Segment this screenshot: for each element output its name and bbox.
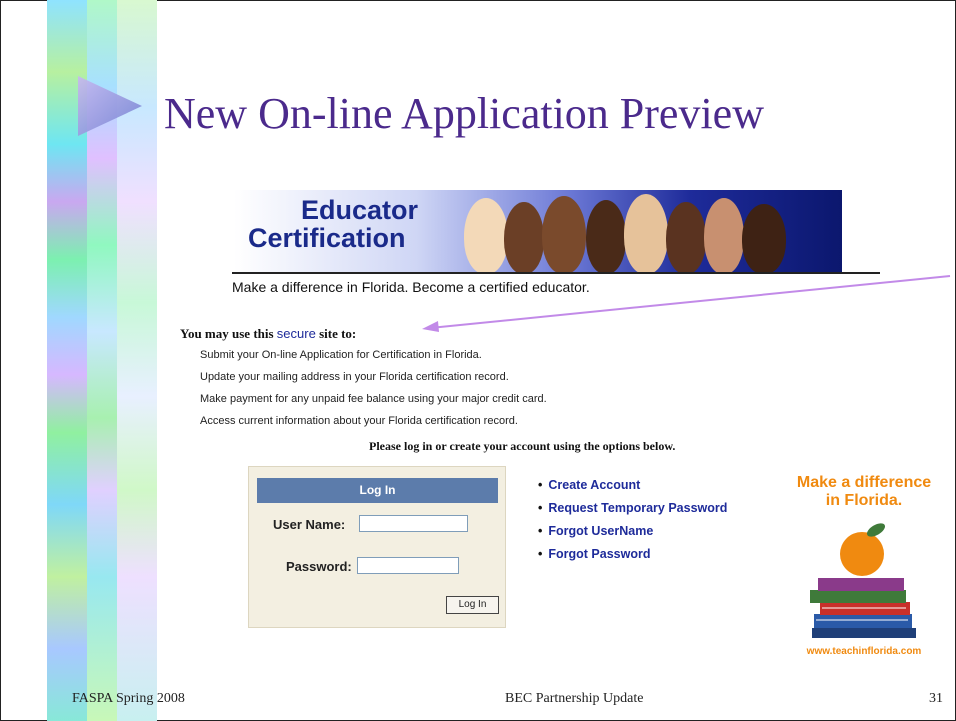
educator-photo: [542, 196, 586, 274]
intro-suffix: site to:: [319, 326, 357, 341]
footer-center: BEC Partnership Update: [505, 691, 644, 706]
bullet-icon: •: [538, 547, 543, 561]
educator-photo: [586, 200, 626, 274]
password-input[interactable]: [357, 557, 459, 574]
promo-line2: in Florida.: [825, 492, 903, 509]
username-input[interactable]: [359, 515, 468, 532]
educator-photo: [464, 198, 508, 274]
create-account-link[interactable]: • Create Account: [538, 478, 727, 501]
list-item: Update your mailing address in your Flor…: [200, 371, 509, 383]
site-features-list: Submit your On-line Application for Cert…: [200, 347, 547, 435]
link-label: Create Account: [548, 478, 641, 492]
username-label: User Name:: [273, 517, 346, 532]
list-item: Access current information about your Fl…: [200, 415, 518, 427]
page-number: 31: [929, 691, 943, 706]
link-label: Forgot Password: [548, 547, 651, 561]
promo-headline: Make a difference in Florida.: [784, 474, 944, 510]
intro-prefix: You may use this: [180, 326, 274, 341]
list-item: Submit your On-line Application for Cert…: [200, 349, 482, 361]
promo-line1: Make a difference: [796, 474, 932, 491]
link-label: Request Temporary Password: [548, 501, 728, 515]
password-label: Password:: [286, 559, 352, 574]
educator-photo: [504, 202, 544, 274]
login-button[interactable]: Log In: [446, 596, 499, 614]
login-panel-header: Log In: [257, 478, 498, 503]
banner-title: Educator Certification: [248, 196, 418, 252]
forgot-password-link[interactable]: • Forgot Password: [538, 547, 727, 570]
forgot-username-link[interactable]: • Forgot UserName: [538, 524, 727, 547]
educator-certification-banner: Educator Certification: [230, 190, 880, 274]
educator-photo: [624, 194, 668, 274]
annotation-arrow: [422, 275, 951, 332]
teach-in-florida-promo[interactable]: Make a difference in Florida. www.teachi…: [784, 474, 944, 660]
books-and-orange-icon: [810, 523, 916, 638]
educator-photo: [704, 198, 744, 274]
promo-url[interactable]: www.teachinflorida.com: [784, 646, 944, 657]
intro-text: You may use this secure site to:: [180, 326, 356, 342]
link-label: Forgot UserName: [548, 524, 654, 538]
list-item: Make payment for any unpaid fee balance …: [200, 393, 547, 405]
login-panel: Log In User Name: Password: Log In: [248, 466, 506, 628]
triangle-arrow-icon: [78, 76, 142, 136]
banner-title-line1: Educator: [301, 195, 419, 225]
footer-left: FASPA Spring 2008: [72, 691, 185, 706]
login-instructions: Please log in or create your account usi…: [369, 439, 676, 453]
bullet-icon: •: [538, 524, 543, 538]
request-temporary-password-link[interactable]: • Request Temporary Password: [538, 501, 727, 524]
bullet-icon: •: [538, 478, 543, 492]
educator-photo: [742, 204, 786, 274]
secure-link[interactable]: secure: [277, 326, 316, 341]
banner-title-line2: Certification: [248, 223, 406, 253]
bullet-icon: •: [538, 501, 543, 515]
account-links: • Create Account • Request Temporary Passw…: [538, 478, 727, 570]
slide-title: New On-line Application Preview: [164, 89, 764, 138]
educator-photo: [666, 202, 706, 274]
